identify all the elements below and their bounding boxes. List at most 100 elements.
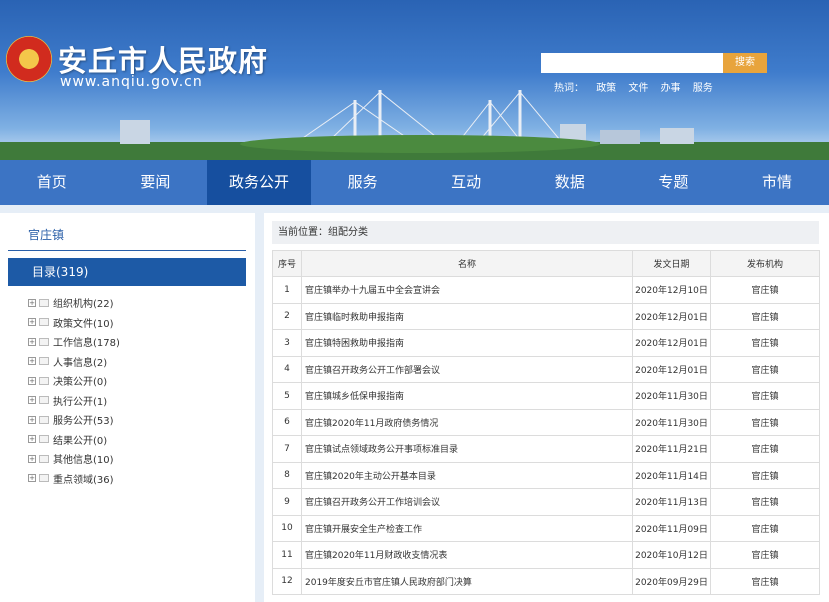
folder-icon xyxy=(39,474,49,483)
row-number: 8 xyxy=(272,461,302,489)
document-title-link[interactable]: 官庄镇召开政务公开工作培训会议 xyxy=(301,488,633,516)
publishing-org: 官庄镇 xyxy=(710,435,820,463)
table-row: 3 官庄镇特困救助申报指南 2020年12月01日 官庄镇 xyxy=(272,329,820,357)
publish-date: 2020年12月01日 xyxy=(632,355,711,383)
publish-date: 2020年11月21日 xyxy=(632,435,711,463)
tree-item-key-areas[interactable]: + 重点领域(36) xyxy=(28,469,120,489)
table-row: 4 官庄镇召开政务公开工作部署会议 2020年12月01日 官庄镇 xyxy=(272,355,820,383)
table-row: 10 官庄镇开展安全生产检查工作 2020年11月09日 官庄镇 xyxy=(272,514,820,542)
table-row: 6 官庄镇2020年11月政府债务情况 2020年11月30日 官庄镇 xyxy=(272,408,820,436)
expand-icon[interactable]: + xyxy=(28,318,36,327)
main-content: 当前位置：组配分类 序号 名称 发文日期 发布机构 1 官庄镇举办十九届五中全会宣… xyxy=(264,213,829,602)
nav-gov-affairs[interactable]: 政务公开 xyxy=(207,160,311,205)
folder-icon xyxy=(39,454,49,463)
nav-city-info[interactable]: 市情 xyxy=(725,160,829,205)
expand-icon[interactable]: + xyxy=(28,474,36,483)
folder-icon xyxy=(39,357,49,366)
search-input[interactable] xyxy=(541,53,723,73)
document-title-link[interactable]: 官庄镇2020年11月财政收支情况表 xyxy=(301,541,633,569)
table-row: 12 2019年度安丘市官庄镇人民政府部门决算 2020年09月29日 官庄镇 xyxy=(272,567,820,595)
table-row: 7 官庄镇试点领域政务公开事项标准目录 2020年11月21日 官庄镇 xyxy=(272,435,820,463)
publish-date: 2020年10月12日 xyxy=(632,541,711,569)
publish-date: 2020年11月30日 xyxy=(632,408,711,436)
site-url: www.anqiu.gov.cn xyxy=(60,74,203,90)
hot-word-link[interactable]: 服务 xyxy=(693,83,713,94)
publishing-org: 官庄镇 xyxy=(710,461,820,489)
publishing-org: 官庄镇 xyxy=(710,355,820,383)
folder-icon xyxy=(39,298,49,307)
hot-word-link[interactable]: 政策 xyxy=(596,83,616,94)
document-title-link[interactable]: 官庄镇临时救助申报指南 xyxy=(301,302,633,330)
row-number: 10 xyxy=(272,514,302,542)
tree-item-policy[interactable]: + 政策文件(10) xyxy=(28,313,120,333)
search-button[interactable]: 搜索 xyxy=(723,53,767,73)
column-header: 名称 xyxy=(301,250,633,277)
folder-icon xyxy=(39,376,49,385)
document-title-link[interactable]: 官庄镇召开政务公开工作部署会议 xyxy=(301,355,633,383)
tree-item-label: 工作信息(178) xyxy=(53,338,120,350)
category-tree: + 组织机构(22) + 政策文件(10) + 工作信息(178) + 人事信息(2) … xyxy=(28,293,120,488)
column-header: 发布机构 xyxy=(710,250,820,277)
nav-interaction[interactable]: 互动 xyxy=(414,160,518,205)
nav-home[interactable]: 首页 xyxy=(0,160,104,205)
document-title-link[interactable]: 官庄镇特困救助申报指南 xyxy=(301,329,633,357)
document-title-link[interactable]: 官庄镇2020年11月政府债务情况 xyxy=(301,408,633,436)
row-number: 12 xyxy=(272,567,302,595)
column-header: 发文日期 xyxy=(632,250,711,277)
expand-icon[interactable]: + xyxy=(28,396,36,405)
tree-item-label: 政策文件(10) xyxy=(53,318,114,330)
document-title-link[interactable]: 官庄镇开展安全生产检查工作 xyxy=(301,514,633,542)
tree-item-org[interactable]: + 组织机构(22) xyxy=(28,293,120,313)
tree-item-personnel[interactable]: + 人事信息(2) xyxy=(28,352,120,372)
sidebar-town-title[interactable]: 官庄镇 xyxy=(8,223,246,251)
publishing-org: 官庄镇 xyxy=(710,514,820,542)
nav-topics[interactable]: 专题 xyxy=(622,160,726,205)
hot-word-link[interactable]: 文件 xyxy=(628,83,648,94)
expand-icon[interactable]: + xyxy=(28,376,36,385)
tree-item-result[interactable]: + 结果公开(0) xyxy=(28,430,120,450)
publishing-org: 官庄镇 xyxy=(710,302,820,330)
publishing-org: 官庄镇 xyxy=(710,408,820,436)
table-row: 11 官庄镇2020年11月财政收支情况表 2020年10月12日 官庄镇 xyxy=(272,541,820,569)
publishing-org: 官庄镇 xyxy=(710,382,820,410)
breadcrumb: 当前位置：组配分类 xyxy=(272,221,819,244)
document-title-link[interactable]: 官庄镇2020年主动公开基本目录 xyxy=(301,461,633,489)
national-emblem-icon xyxy=(6,36,52,82)
tree-item-label: 结果公开(0) xyxy=(53,435,108,447)
document-title-link[interactable]: 官庄镇举办十九届五中全会宣讲会 xyxy=(301,276,633,304)
publishing-org: 官庄镇 xyxy=(710,567,820,595)
publishing-org: 官庄镇 xyxy=(710,488,820,516)
hot-word-link[interactable]: 办事 xyxy=(661,83,681,94)
tree-item-service[interactable]: + 服务公开(53) xyxy=(28,410,120,430)
folder-icon xyxy=(39,396,49,405)
tree-item-work[interactable]: + 工作信息(178) xyxy=(28,332,120,352)
document-title-link[interactable]: 官庄镇试点领域政务公开事项标准目录 xyxy=(301,435,633,463)
publishing-org: 官庄镇 xyxy=(710,541,820,569)
tree-item-label: 人事信息(2) xyxy=(53,357,108,369)
document-title-link[interactable]: 官庄镇城乡低保申报指南 xyxy=(301,382,633,410)
nav-news[interactable]: 要闻 xyxy=(104,160,208,205)
hot-words-label: 热词： xyxy=(554,83,584,94)
publish-date: 2020年11月14日 xyxy=(632,461,711,489)
expand-icon[interactable]: + xyxy=(28,454,36,463)
expand-icon[interactable]: + xyxy=(28,415,36,424)
expand-icon[interactable]: + xyxy=(28,337,36,346)
expand-icon[interactable]: + xyxy=(28,357,36,366)
publish-date: 2020年11月30日 xyxy=(632,382,711,410)
expand-icon[interactable]: + xyxy=(28,298,36,307)
sidebar: 官庄镇 目录(319) + 组织机构(22) + 政策文件(10) + 工作信息(17… xyxy=(0,213,255,602)
main-nav: 首页 要闻 政务公开 服务 互动 数据 专题 市情 xyxy=(0,160,829,205)
table-row: 2 官庄镇临时救助申报指南 2020年12月01日 官庄镇 xyxy=(272,302,820,330)
tree-item-decision[interactable]: + 决策公开(0) xyxy=(28,371,120,391)
tree-item-other[interactable]: + 其他信息(10) xyxy=(28,449,120,469)
city-skyline-image xyxy=(0,90,829,160)
column-header: 序号 xyxy=(272,250,302,277)
nav-data[interactable]: 数据 xyxy=(518,160,622,205)
publish-date: 2020年12月01日 xyxy=(632,329,711,357)
row-number: 2 xyxy=(272,302,302,330)
nav-services[interactable]: 服务 xyxy=(311,160,415,205)
tree-item-execution[interactable]: + 执行公开(1) xyxy=(28,391,120,411)
expand-icon[interactable]: + xyxy=(28,435,36,444)
document-title-link[interactable]: 2019年度安丘市官庄镇人民政府部门决算 xyxy=(301,567,633,595)
sidebar-catalog-header[interactable]: 目录(319) xyxy=(8,258,246,286)
